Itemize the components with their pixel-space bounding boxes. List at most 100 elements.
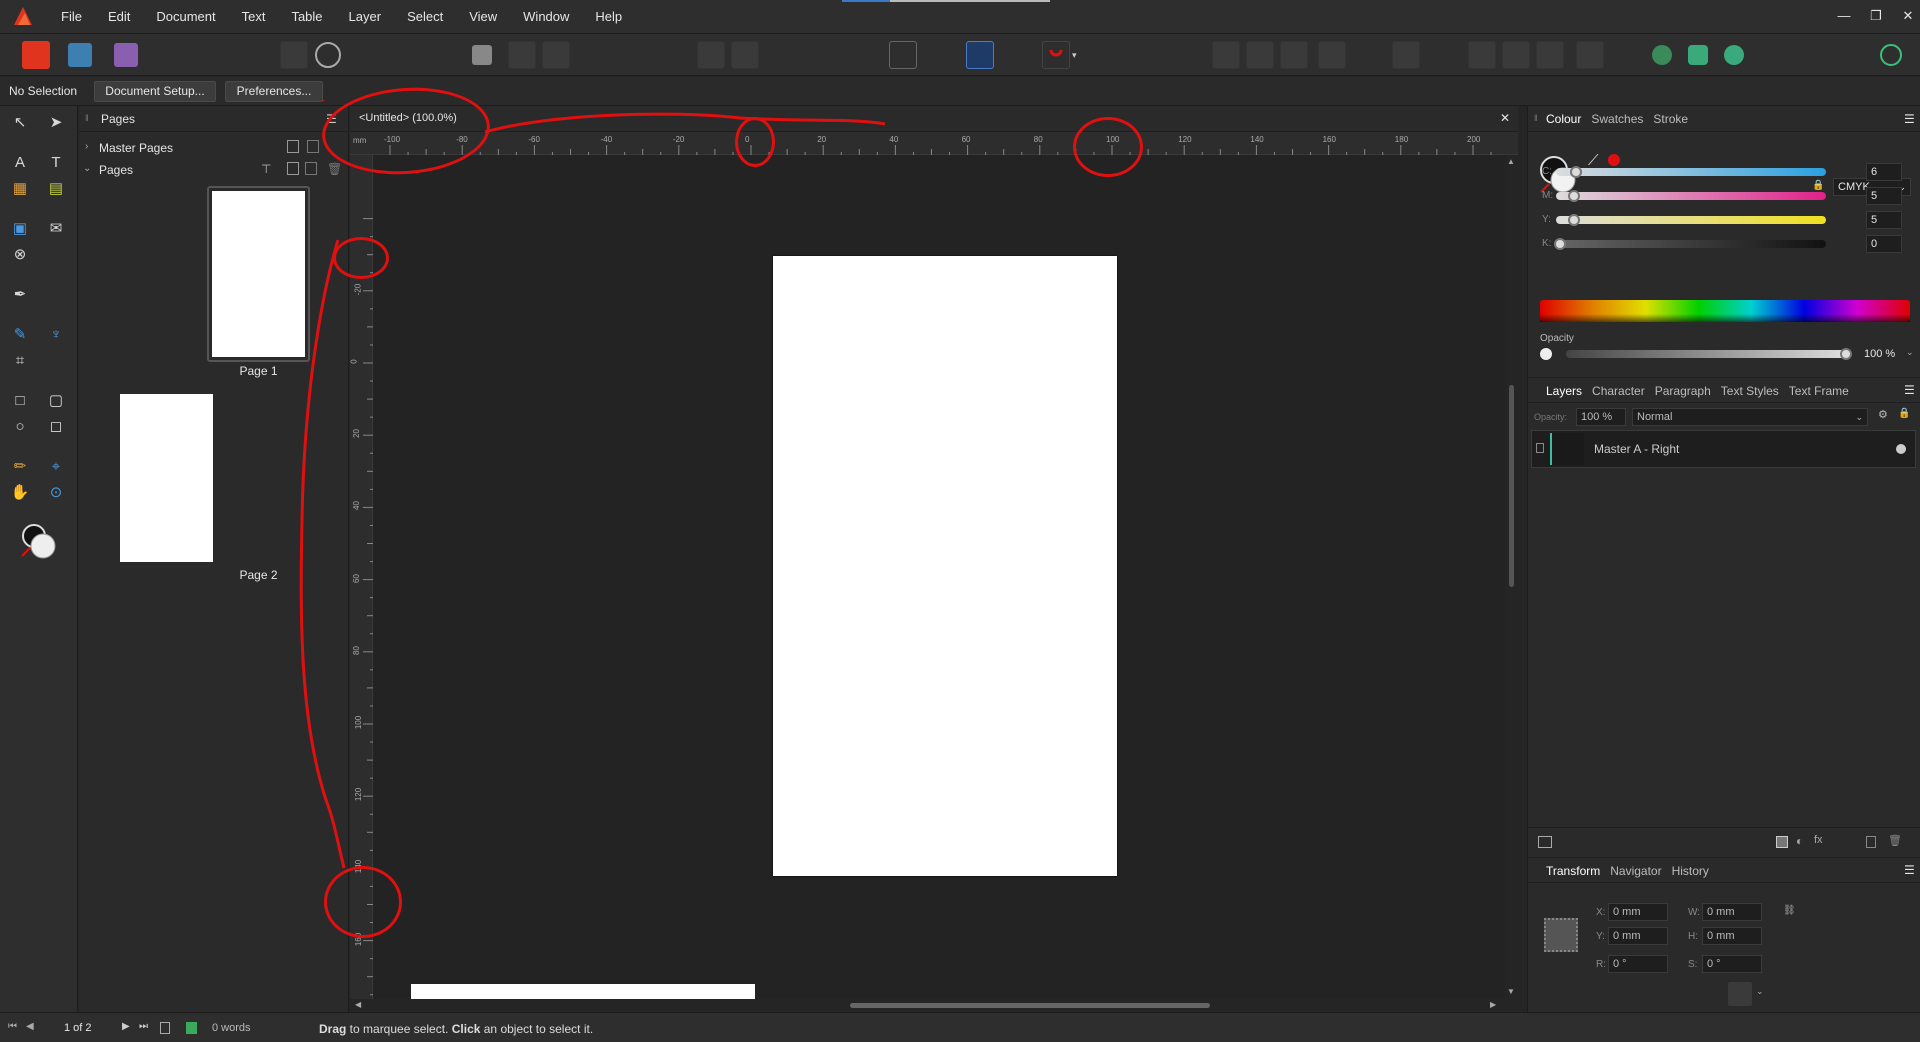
- transform-flip-icon[interactable]: [1468, 41, 1496, 69]
- delete-layer-icon[interactable]: 🗑: [1888, 834, 1902, 847]
- menu-select[interactable]: Select: [394, 0, 456, 34]
- channel-value-field[interactable]: 5: [1866, 211, 1902, 229]
- menu-help[interactable]: Help: [582, 0, 635, 34]
- tab-stroke[interactable]: Stroke: [1653, 106, 1688, 131]
- move-tool-icon[interactable]: ↖: [8, 110, 32, 134]
- layer-stack-icon[interactable]: [1538, 836, 1552, 848]
- studio-link-icon[interactable]: [1652, 45, 1672, 65]
- channel-slider-knob[interactable]: [1570, 166, 1583, 178]
- scroll-up-icon[interactable]: ▲: [1507, 157, 1515, 166]
- menu-window[interactable]: Window: [510, 0, 582, 34]
- snapping-dropdown-icon[interactable]: ▾: [1072, 41, 1084, 69]
- tab-transform[interactable]: Transform: [1546, 858, 1600, 882]
- opacity-slider[interactable]: [1566, 350, 1846, 358]
- settings-gear-icon[interactable]: [315, 42, 341, 68]
- first-page-icon[interactable]: ⏮: [8, 1021, 17, 1032]
- assistant-icon[interactable]: [280, 41, 308, 69]
- align-center-icon[interactable]: [1246, 41, 1274, 69]
- artistic-text-tool-icon[interactable]: A: [8, 150, 32, 174]
- channel-value-field[interactable]: 6: [1866, 163, 1902, 181]
- pen-tool-icon[interactable]: ✒: [8, 282, 32, 306]
- menu-file[interactable]: File: [48, 0, 95, 34]
- channel-value-field[interactable]: 5: [1866, 187, 1902, 205]
- transform-options-dropdown-icon[interactable]: ⌄: [1756, 986, 1764, 997]
- rotate-icon[interactable]: [1502, 41, 1530, 69]
- menu-edit[interactable]: Edit: [95, 0, 143, 34]
- next-page-icon[interactable]: ▶: [122, 1021, 130, 1032]
- menu-table[interactable]: Table: [278, 0, 335, 34]
- scroll-left-icon[interactable]: ◀: [355, 1000, 361, 1009]
- order-icon[interactable]: [1392, 41, 1420, 69]
- channel-slider-knob[interactable]: [1567, 214, 1580, 226]
- opacity-dropdown-icon[interactable]: ⌄: [1906, 347, 1914, 358]
- transparency-tool-icon[interactable]: ♆: [44, 322, 68, 346]
- pages-overview-icon[interactable]: [160, 1022, 170, 1034]
- h-field[interactable]: 0 mm: [1702, 927, 1762, 945]
- node-tool-icon[interactable]: ➤: [44, 110, 68, 134]
- colour-panel-grip-icon[interactable]: ‖: [1534, 113, 1538, 123]
- pin-table-tool-icon[interactable]: ▤: [44, 176, 68, 200]
- chevron-right-icon[interactable]: ›: [85, 141, 88, 152]
- anchor-point-selector-icon[interactable]: [1544, 918, 1578, 952]
- colour-panel-menu-icon[interactable]: ☰: [1904, 112, 1915, 126]
- close-window-button[interactable]: ✕: [1892, 0, 1920, 34]
- picture-frame-tool-icon[interactable]: ▣: [8, 216, 32, 240]
- channel-slider[interactable]: [1556, 216, 1826, 224]
- y-field[interactable]: 0 mm: [1608, 927, 1668, 945]
- layers-panel-menu-icon[interactable]: ☰: [1904, 383, 1915, 397]
- layer-row[interactable]: Master A - Right: [1531, 430, 1916, 468]
- page-2-thumbnail[interactable]: [120, 394, 213, 562]
- transform-origin-icon[interactable]: [1728, 982, 1752, 1006]
- spread-icon[interactable]: [508, 41, 536, 69]
- photo-persona-icon[interactable]: [68, 43, 92, 67]
- channel-slider[interactable]: [1556, 240, 1826, 248]
- colour-picker-icon[interactable]: [1724, 45, 1744, 65]
- pin-icon[interactable]: [697, 41, 725, 69]
- zoom-tool-icon[interactable]: ⊙: [44, 480, 68, 504]
- channel-value-field[interactable]: 0: [1866, 235, 1902, 253]
- x-field[interactable]: 0 mm: [1608, 903, 1668, 921]
- lock-icon[interactable]: 🔒: [1812, 180, 1824, 191]
- document-setup-button[interactable]: Document Setup...: [94, 81, 216, 102]
- restore-button[interactable]: ❐: [1860, 0, 1892, 34]
- tab-navigator[interactable]: Navigator: [1610, 858, 1661, 882]
- add-layer-icon[interactable]: [1866, 836, 1876, 848]
- channel-slider[interactable]: [1556, 192, 1826, 200]
- account-icon[interactable]: [1880, 44, 1902, 66]
- channel-slider[interactable]: [1556, 168, 1826, 176]
- frame-text-tool-icon[interactable]: T: [44, 150, 68, 174]
- last-page-icon[interactable]: ⏭: [139, 1021, 148, 1032]
- crop-tool-icon[interactable]: ⌗: [8, 348, 32, 372]
- tab-colour[interactable]: Colour: [1546, 106, 1581, 131]
- pages-panel-title[interactable]: Pages: [101, 112, 135, 126]
- colour-spectrum[interactable]: [1540, 300, 1910, 322]
- eyedropper-icon[interactable]: ⟋: [1588, 152, 1599, 169]
- rotation-field[interactable]: 0 °: [1608, 955, 1668, 973]
- channel-slider-knob[interactable]: [1554, 238, 1566, 250]
- scroll-down-icon[interactable]: ▼: [1507, 987, 1515, 996]
- tab-swatches[interactable]: Swatches: [1591, 106, 1643, 131]
- designer-persona-icon[interactable]: [114, 43, 138, 67]
- arrange-icon[interactable]: [542, 41, 570, 69]
- vertical-scrollbar[interactable]: ▲ ▼: [1505, 155, 1518, 999]
- horizontal-scroll-thumb[interactable]: [850, 1003, 1210, 1008]
- table-tool-icon[interactable]: ▦: [8, 176, 32, 200]
- tab-text-frame[interactable]: Text Frame: [1789, 378, 1849, 402]
- boolean-icon[interactable]: [1576, 41, 1604, 69]
- page-options-icon[interactable]: ⊤: [261, 162, 271, 176]
- pencil-tool-icon[interactable]: ✏: [8, 454, 32, 478]
- page-indicator[interactable]: 1 of 2: [64, 1022, 92, 1034]
- fill-tool-icon[interactable]: ✎: [8, 322, 32, 346]
- mask-icon[interactable]: [1776, 836, 1788, 848]
- layer-visibility-icon[interactable]: [1896, 444, 1906, 454]
- tab-character[interactable]: Character: [1592, 378, 1645, 402]
- opacity-slider-knob[interactable]: [1840, 348, 1852, 360]
- rectangle-frame-tool-icon[interactable]: ✉: [44, 216, 68, 240]
- rectangle-tool-icon[interactable]: □: [8, 388, 32, 412]
- minimize-button[interactable]: —: [1828, 0, 1860, 34]
- w-field[interactable]: 0 mm: [1702, 903, 1762, 921]
- panel-grip-icon[interactable]: ‖: [85, 113, 89, 123]
- picked-colour-swatch[interactable]: [1608, 154, 1620, 166]
- shear-field[interactable]: 0 °: [1702, 955, 1762, 973]
- tab-paragraph[interactable]: Paragraph: [1655, 378, 1711, 402]
